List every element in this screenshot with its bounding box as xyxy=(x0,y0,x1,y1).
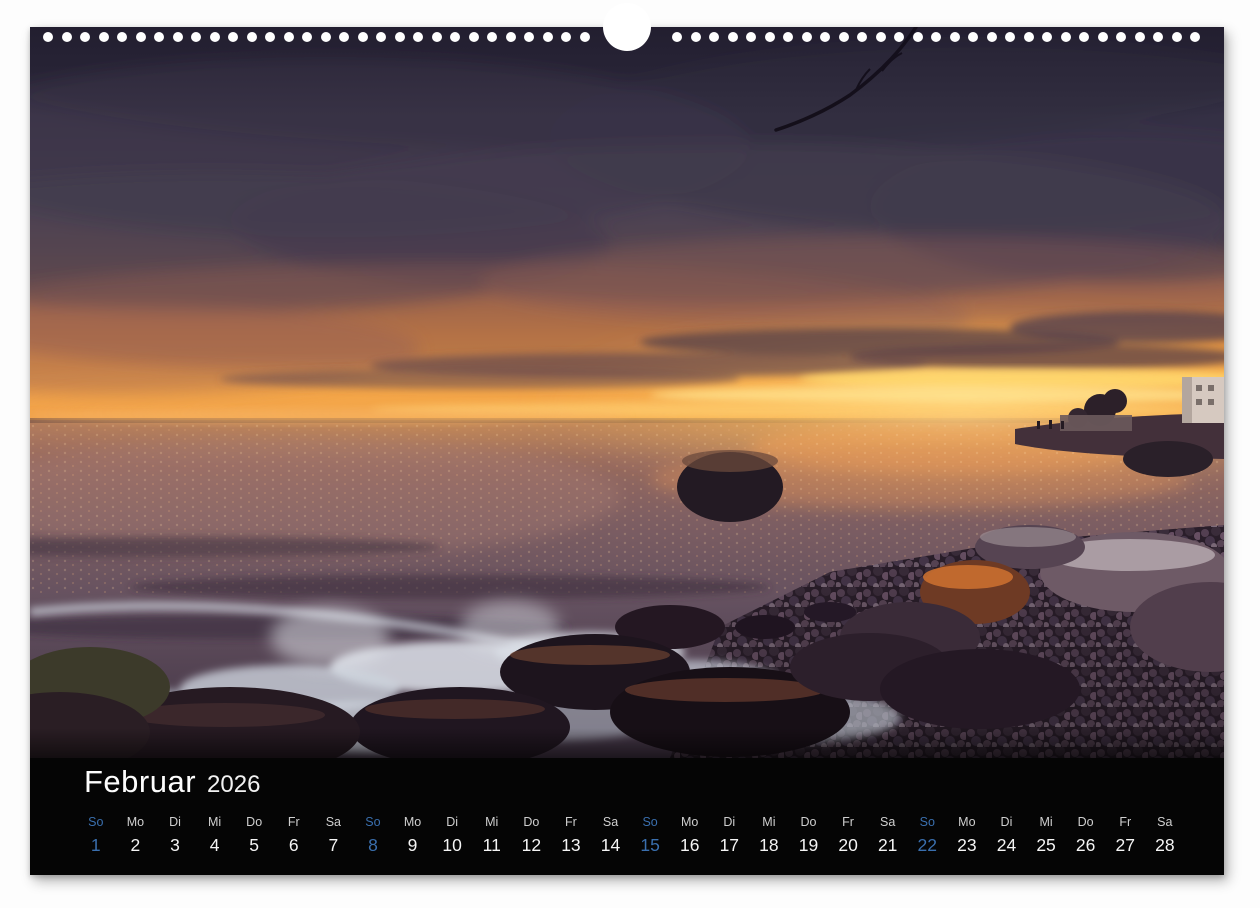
calendar-day-cell: Mi 25 xyxy=(1026,815,1066,855)
date-number: 13 xyxy=(551,836,591,855)
weekday-label: So xyxy=(76,815,116,829)
calendar-photo xyxy=(30,27,1224,758)
weekday-label: Mo xyxy=(670,815,710,829)
weekday-label: Mo xyxy=(393,815,433,829)
calendar-day-cell: Di 10 xyxy=(432,815,472,855)
date-number: 12 xyxy=(512,836,552,855)
weekday-label: So xyxy=(353,815,393,829)
weekday-label: Di xyxy=(432,815,472,829)
date-number: 22 xyxy=(907,836,947,855)
weekday-label: Mi xyxy=(749,815,789,829)
calendar-day-cell: Do 5 xyxy=(234,815,274,855)
calendar-day-cell: Fr 6 xyxy=(274,815,314,855)
calendar-day-cell: So 15 xyxy=(630,815,670,855)
calendar-page: Februar 2026 So 1 Mo 2 Di xyxy=(30,27,1224,875)
calendar-day-cell: So 1 xyxy=(76,815,116,855)
date-number: 20 xyxy=(828,836,868,855)
weekday-label: Do xyxy=(789,815,829,829)
month-name: Februar xyxy=(84,764,196,800)
weekday-label: Sa xyxy=(314,815,354,829)
weekday-label: Di xyxy=(987,815,1027,829)
date-number: 27 xyxy=(1105,836,1145,855)
calendar-day-cell: Do 12 xyxy=(512,815,552,855)
calendar-day-cell: So 22 xyxy=(907,815,947,855)
weekday-label: So xyxy=(630,815,670,829)
date-number: 2 xyxy=(116,836,156,855)
weekday-label: Sa xyxy=(868,815,908,829)
month-title: Februar 2026 xyxy=(84,764,260,800)
date-number: 10 xyxy=(432,836,472,855)
date-number: 23 xyxy=(947,836,987,855)
weekday-label: Mi xyxy=(195,815,235,829)
date-number: 4 xyxy=(195,836,235,855)
weekday-label: Do xyxy=(512,815,552,829)
weekday-label: Do xyxy=(234,815,274,829)
calendar-day-cell: Sa 21 xyxy=(868,815,908,855)
date-number: 17 xyxy=(710,836,750,855)
calendar-day-cell: Mo 2 xyxy=(116,815,156,855)
date-number: 15 xyxy=(630,836,670,855)
weekday-label: Do xyxy=(1066,815,1106,829)
calendar-day-cell: Di 3 xyxy=(155,815,195,855)
calendar-day-cell: Mo 16 xyxy=(670,815,710,855)
weekday-label: Fr xyxy=(274,815,314,829)
date-number: 11 xyxy=(472,836,512,855)
calendar-day-cell: Sa 14 xyxy=(591,815,631,855)
weekday-label: Fr xyxy=(551,815,591,829)
calendar-day-cell: Mi 4 xyxy=(195,815,235,855)
calendar-product-shot: Februar 2026 So 1 Mo 2 Di xyxy=(0,0,1260,908)
weekday-label: So xyxy=(907,815,947,829)
hanger-notch xyxy=(603,3,651,51)
calendar-day-cell: Fr 13 xyxy=(551,815,591,855)
date-number: 5 xyxy=(234,836,274,855)
calendar-day-cell: Di 17 xyxy=(710,815,750,855)
calendar-day-cell: Fr 20 xyxy=(828,815,868,855)
calendar-day-cell: Do 26 xyxy=(1066,815,1106,855)
date-number: 6 xyxy=(274,836,314,855)
calendar-day-cell: Mi 11 xyxy=(472,815,512,855)
date-number: 21 xyxy=(868,836,908,855)
date-number: 16 xyxy=(670,836,710,855)
date-number: 24 xyxy=(987,836,1027,855)
calendar-day-cell: Di 24 xyxy=(987,815,1027,855)
date-number: 7 xyxy=(314,836,354,855)
calendar-day-cell: Fr 27 xyxy=(1105,815,1145,855)
date-number: 18 xyxy=(749,836,789,855)
calendar-day-cell: Mo 9 xyxy=(393,815,433,855)
date-number: 14 xyxy=(591,836,631,855)
date-number: 26 xyxy=(1066,836,1106,855)
weekday-label: Di xyxy=(155,815,195,829)
date-number: 3 xyxy=(155,836,195,855)
calendar-day-cell: Sa 28 xyxy=(1145,815,1185,855)
weekday-label: Mo xyxy=(116,815,156,829)
calendar-day-cell: Sa 7 xyxy=(314,815,354,855)
weekday-label: Sa xyxy=(1145,815,1185,829)
weekday-label: Fr xyxy=(1105,815,1145,829)
sunset-coast-photo-art xyxy=(30,27,1224,758)
weekday-label: Mi xyxy=(472,815,512,829)
days-row: So 1 Mo 2 Di 3 Mi 4 xyxy=(76,815,1185,855)
weekday-label: Mo xyxy=(947,815,987,829)
weekday-label: Di xyxy=(710,815,750,829)
weekday-label: Mi xyxy=(1026,815,1066,829)
calendar-day-cell: So 8 xyxy=(353,815,393,855)
date-number: 28 xyxy=(1145,836,1185,855)
date-number: 25 xyxy=(1026,836,1066,855)
calendar-day-cell: Mi 18 xyxy=(749,815,789,855)
weekday-label: Sa xyxy=(591,815,631,829)
date-number: 8 xyxy=(353,836,393,855)
weekday-label: Fr xyxy=(828,815,868,829)
date-number: 9 xyxy=(393,836,433,855)
year-label: 2026 xyxy=(207,771,260,799)
calendar-footer-bar: Februar 2026 So 1 Mo 2 Di xyxy=(30,758,1224,875)
date-number: 19 xyxy=(789,836,829,855)
calendar-day-cell: Mo 23 xyxy=(947,815,987,855)
calendar-day-cell: Do 19 xyxy=(789,815,829,855)
date-number: 1 xyxy=(76,836,116,855)
